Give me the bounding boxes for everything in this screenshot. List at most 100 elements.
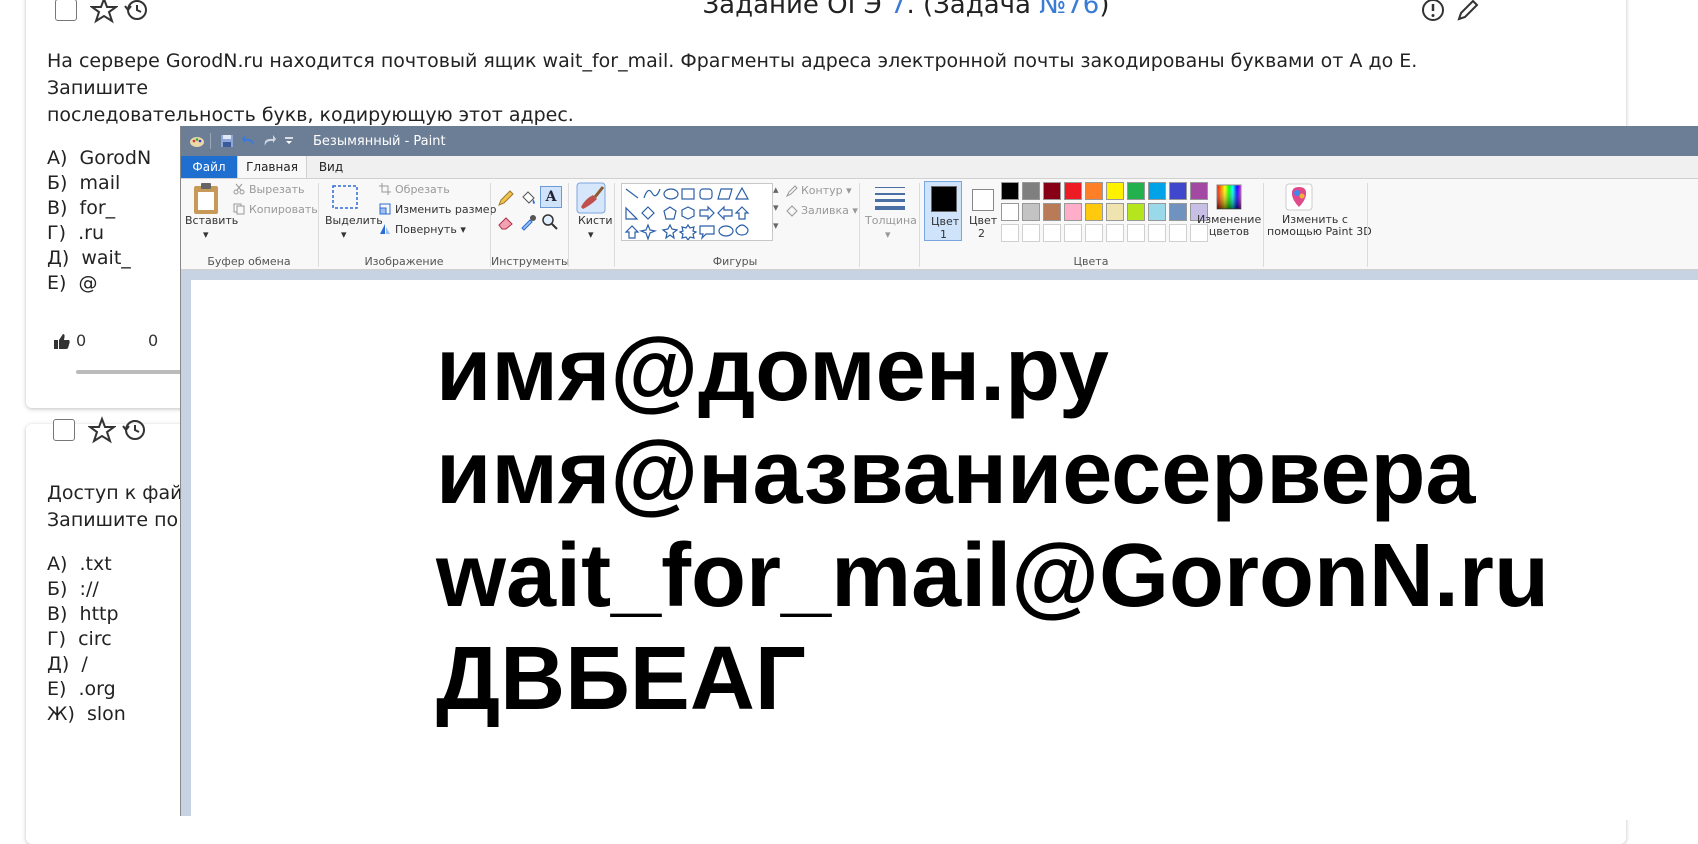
select-button[interactable]: Выделить	[325, 214, 383, 227]
option-d: Д) /	[47, 653, 88, 675]
palette-swatch[interactable]	[1169, 182, 1187, 200]
palette-swatch[interactable]	[1022, 203, 1040, 221]
palette-swatch[interactable]	[1106, 182, 1124, 200]
pencil-tool-icon[interactable]	[497, 189, 515, 207]
color1-button[interactable]: Цвет 1	[924, 181, 962, 241]
palette-empty-slot[interactable]	[1043, 224, 1061, 242]
palette-empty-slot[interactable]	[1001, 224, 1019, 242]
edit-colors-button[interactable]: Изменение цветов	[1197, 214, 1261, 238]
paint-app-icon[interactable]	[189, 133, 205, 149]
paste-button[interactable]: Вставить	[185, 214, 238, 227]
palette-swatch[interactable]	[1106, 203, 1124, 221]
paint3d-icon[interactable]	[1285, 183, 1313, 211]
task-text: На сервере GorodN.ru находится почтовый …	[47, 50, 1418, 126]
palette-swatch[interactable]	[1127, 182, 1145, 200]
rotate-button[interactable]: Повернуть ▾	[395, 223, 466, 236]
option-a: А) .txt	[47, 553, 112, 575]
cut-button[interactable]: Вырезать	[249, 183, 304, 196]
color2-number: 2	[978, 227, 985, 240]
palette-swatch[interactable]	[1001, 182, 1019, 200]
edit-pencil-icon[interactable]	[1454, 0, 1482, 24]
palette-swatch[interactable]	[1043, 203, 1061, 221]
magnifier-icon[interactable]	[541, 213, 559, 231]
edit-colors-icon[interactable]	[1215, 183, 1243, 211]
crop-button[interactable]: Обрезать	[395, 183, 450, 196]
brushes-icon[interactable]	[575, 181, 607, 215]
palette-empty-slot[interactable]	[1148, 224, 1166, 242]
shapes-gallery[interactable]	[621, 183, 773, 242]
save-icon[interactable]	[219, 133, 235, 149]
tab-file[interactable]: Файл	[181, 156, 237, 178]
task-id-link[interactable]: №76	[1039, 0, 1099, 20]
palette-swatch[interactable]	[1148, 182, 1166, 200]
paint-window: Безымянный - Paint Файл Главная Вид Вста…	[180, 126, 1698, 820]
paint3d-button[interactable]: Изменить с помощью Paint 3D	[1267, 214, 1372, 238]
text-tool-icon[interactable]: A	[540, 186, 562, 208]
brushes-button[interactable]: Кисти	[578, 214, 613, 227]
outline-icon	[785, 185, 798, 198]
option-v: В) for_	[47, 197, 116, 219]
paste-icon[interactable]	[191, 181, 223, 215]
palette-swatch[interactable]	[1169, 203, 1187, 221]
tab-home[interactable]: Главная	[237, 156, 307, 178]
task-number-link[interactable]: 7	[890, 0, 907, 20]
copy-button[interactable]: Копировать	[249, 203, 318, 216]
shapes-scroll-down[interactable]: ▾	[773, 201, 779, 214]
palette-swatch[interactable]	[1127, 203, 1145, 221]
tab-view[interactable]: Вид	[311, 156, 351, 178]
palette-empty-slot[interactable]	[1127, 224, 1145, 242]
shapes-gallery-icons[interactable]	[622, 184, 772, 242]
drawing-canvas[interactable]: имя@домен.ру имя@названиесервера wait_fo…	[191, 280, 1698, 820]
task-select-checkbox[interactable]	[53, 419, 75, 441]
fill-button[interactable]: Заливка ▾	[801, 204, 858, 217]
star-icon[interactable]	[90, 0, 118, 24]
thumbs-up-icon[interactable]	[53, 332, 71, 350]
outline-button[interactable]: Контур ▾	[801, 184, 852, 197]
brushes-dropdown[interactable]: ▾	[588, 228, 594, 241]
palette-swatch[interactable]	[1085, 182, 1103, 200]
palette-swatch[interactable]	[1064, 203, 1082, 221]
task-select-checkbox[interactable]	[55, 0, 77, 21]
palette-empty-slot[interactable]	[1022, 224, 1040, 242]
option-b: Б) ://	[47, 578, 99, 600]
color-palette	[1001, 182, 1211, 246]
color2-label: Цвет	[969, 214, 998, 227]
size-dropdown[interactable]: ▾	[885, 228, 891, 241]
star-icon[interactable]	[88, 416, 116, 444]
palette-swatch[interactable]	[1085, 203, 1103, 221]
shapes-scroll[interactable]: ▴	[773, 183, 779, 196]
color2-button[interactable]: Цвет 2	[965, 181, 999, 241]
redo-icon[interactable]	[261, 133, 277, 149]
palette-empty-slot[interactable]	[1064, 224, 1082, 242]
palette-empty-slot[interactable]	[1106, 224, 1124, 242]
history-icon[interactable]	[122, 0, 150, 24]
customize-toolbar-icon[interactable]	[281, 133, 297, 149]
palette-empty-slot[interactable]	[1169, 224, 1187, 242]
shapes-more[interactable]: ▾	[773, 219, 779, 232]
crop-icon	[379, 183, 391, 195]
palette-swatch[interactable]	[1190, 182, 1208, 200]
option-zh: Ж) slon	[47, 703, 126, 725]
palette-swatch[interactable]	[1064, 182, 1082, 200]
select-dropdown[interactable]: ▾	[341, 228, 347, 241]
palette-swatch[interactable]	[1043, 182, 1061, 200]
history-icon[interactable]	[120, 416, 148, 444]
size-button[interactable]: Толщина	[865, 214, 917, 227]
undo-icon[interactable]	[241, 133, 257, 149]
option-g: Г) .ru	[47, 222, 104, 244]
palette-swatch[interactable]	[1148, 203, 1166, 221]
fill-tool-icon[interactable]	[519, 189, 537, 207]
report-icon[interactable]	[1419, 0, 1447, 24]
resize-button[interactable]: Изменить размер	[395, 203, 497, 216]
option-a: А) GorodN	[47, 147, 152, 169]
cut-icon	[233, 183, 245, 195]
size-icon[interactable]	[873, 185, 907, 211]
palette-swatch[interactable]	[1001, 203, 1019, 221]
palette-swatch[interactable]	[1022, 182, 1040, 200]
select-icon[interactable]	[331, 184, 359, 210]
canvas-text-line-4: ДВБЕАГ	[436, 629, 806, 729]
paste-dropdown[interactable]: ▾	[203, 228, 209, 241]
eraser-tool-icon[interactable]	[497, 213, 515, 231]
color-picker-icon[interactable]	[519, 213, 537, 231]
palette-empty-slot[interactable]	[1085, 224, 1103, 242]
